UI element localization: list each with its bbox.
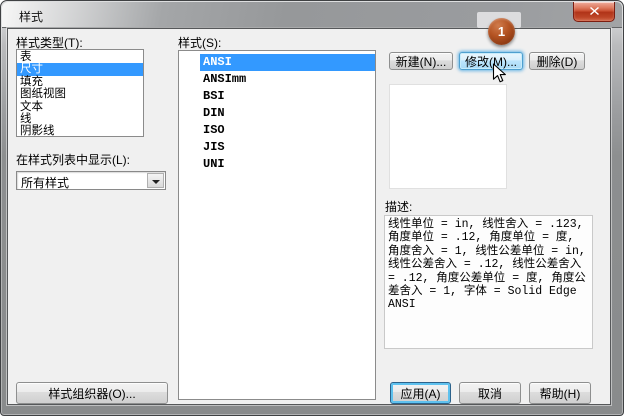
list-item[interactable]: 表 — [17, 51, 143, 63]
style-preview-area — [389, 84, 507, 189]
description-text: 线性单位 = in, 线性舍入 = .123, 角度单位 = .12, 角度单位… — [384, 215, 593, 349]
modify-button[interactable]: 修改(M)... — [459, 52, 523, 70]
list-item[interactable]: DIN — [179, 105, 375, 122]
styles-label: 样式(S): — [178, 34, 221, 51]
list-item[interactable]: 阴影线 — [17, 125, 143, 137]
list-item[interactable]: 文本 — [17, 101, 143, 113]
mouse-cursor-icon — [492, 63, 507, 88]
list-item[interactable]: 尺寸 — [17, 63, 143, 75]
close-icon — [590, 4, 599, 18]
list-item[interactable]: JIS — [179, 139, 375, 156]
cancel-button[interactable]: 取消 — [459, 382, 521, 404]
close-button[interactable] — [573, 2, 615, 22]
step-badge: 1 — [488, 18, 515, 45]
style-name-list[interactable]: ANSIANSImmBSIDINISOJISUNI — [178, 50, 376, 400]
list-item[interactable]: ANSI — [179, 54, 375, 71]
show-styles-combobox[interactable]: 所有样式 — [16, 171, 166, 190]
description-label: 描述: — [385, 198, 412, 215]
delete-button[interactable]: 删除(D) — [529, 52, 585, 70]
combobox-value: 所有样式 — [21, 174, 69, 191]
list-item[interactable]: UNI — [179, 156, 375, 173]
window-title: 样式 — [19, 8, 43, 25]
chevron-down-icon — [152, 180, 160, 184]
list-item[interactable]: ISO — [179, 122, 375, 139]
style-organizer-button[interactable]: 样式组织器(O)... — [16, 382, 168, 404]
title-bar[interactable]: 样式 — [2, 2, 622, 28]
list-item[interactable]: ANSImm — [179, 71, 375, 88]
window-frame: 样式 样式类型(T): 表尺寸填充图纸视图文本线阴影线 在样式列表中显示(L):… — [0, 0, 624, 416]
show-in-list-label: 在样式列表中显示(L): — [16, 151, 130, 168]
apply-button[interactable]: 应用(A) — [390, 382, 451, 404]
list-item[interactable]: 线 — [17, 113, 143, 125]
list-item[interactable]: 填充 — [17, 76, 143, 88]
list-item[interactable]: 图纸视图 — [17, 88, 143, 100]
styles-dialog: 样式 样式类型(T): 表尺寸填充图纸视图文本线阴影线 在样式列表中显示(L):… — [0, 0, 624, 416]
list-item[interactable]: BSI — [179, 88, 375, 105]
help-button[interactable]: 帮助(H) — [529, 382, 591, 404]
combobox-dropdown-button[interactable] — [147, 173, 164, 188]
style-type-list[interactable]: 表尺寸填充图纸视图文本线阴影线 — [16, 49, 144, 137]
new-button[interactable]: 新建(N)... — [389, 52, 453, 70]
